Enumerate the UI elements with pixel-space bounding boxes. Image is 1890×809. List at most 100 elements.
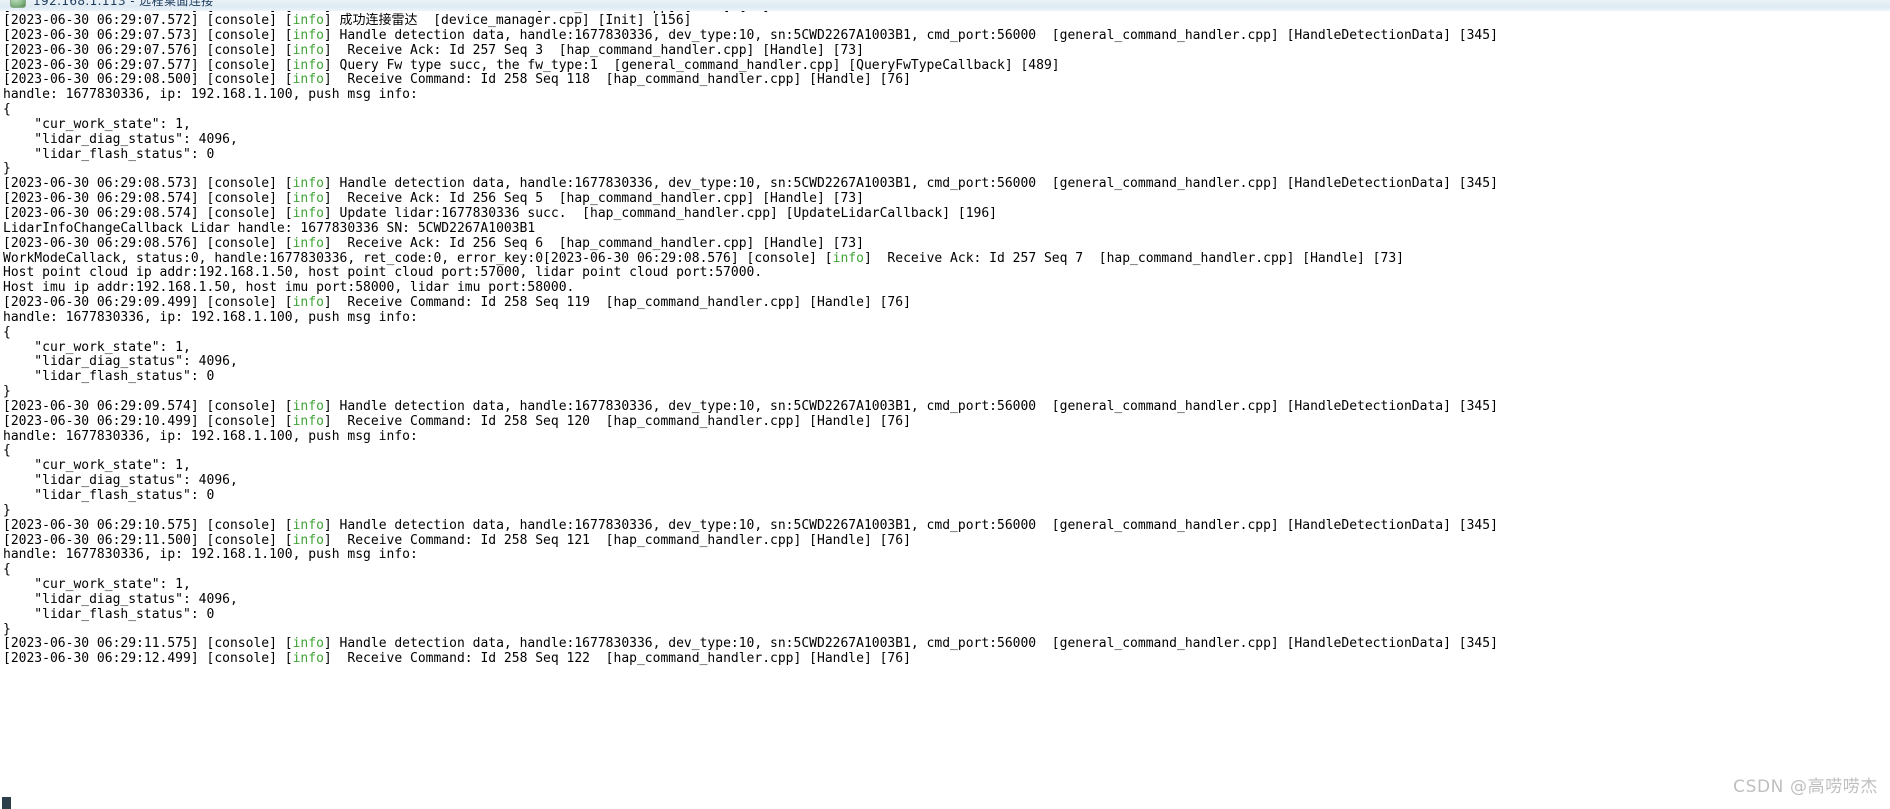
log-line-list: [2023-06-30 06:29:07.570] [console] [inf… [3, 11, 1887, 667]
log-line-message: ] Handle detection data, handle:16778303… [323, 398, 1498, 414]
log-line-message: LidarInfoChangeCallback Lidar handle: 16… [3, 220, 536, 236]
log-level-token: info [832, 250, 864, 266]
log-line: { [3, 324, 1887, 341]
log-line: "lidar_diag_status": 4096, [3, 131, 1887, 148]
log-line-prefix: WorkModeCallack, status:0, handle:167783… [3, 250, 833, 266]
log-line-message: "lidar_flash_status": 0 [3, 606, 215, 622]
log-line: Host point cloud ip addr:192.168.1.50, h… [3, 265, 1887, 281]
log-line: [2023-06-30 06:29:07.576] [console] [inf… [3, 42, 1887, 59]
log-line: } [3, 503, 1887, 519]
log-line-message: Host point cloud ip addr:192.168.1.50, h… [3, 265, 763, 281]
log-line: [2023-06-30 06:29:09.499] [console] [inf… [3, 295, 1887, 311]
log-line: } [3, 384, 1887, 400]
log-line: WorkModeCallack, status:0, handle:167783… [3, 250, 1887, 267]
screen-root: 192.168.1.113 - 远程桌面连接 [2023-06-30 06:29… [0, 0, 1890, 809]
terminal-cursor [2, 797, 11, 809]
log-line-message: "lidar_diag_status": 4096, [3, 354, 238, 370]
log-line-message: ] Receive Command: Id 258 Seq 120 [hap_c… [323, 413, 911, 429]
log-line-message: ] Query Fw type succ, the fw_type:1 [gen… [323, 57, 1060, 73]
log-line: [2023-06-30 06:29:07.570] [console] [inf… [3, 11, 1887, 14]
log-line-prefix: [2023-06-30 06:29:11.575] [console] [ [3, 636, 293, 652]
log-line-message: ] Data Handler Init Succ. [data_handler.… [324, 11, 770, 14]
log-line: } [3, 162, 1887, 177]
log-line-message: ] Receive Command: Id 258 Seq 119 [hap_c… [323, 295, 911, 311]
log-line-message: ] Receive Ack: Id 257 Seq 7 [hap_command… [863, 250, 1404, 266]
log-level-token: info [292, 517, 324, 533]
log-level-token: info [292, 532, 324, 548]
log-line-message: "cur_work_state": 1, [3, 116, 191, 132]
log-line: [2023-06-30 06:29:08.573] [console] [inf… [3, 176, 1887, 192]
log-line-message: ] 成功连接雷达 [device_manager.cpp] [Init] [15… [323, 13, 692, 28]
log-line-message: "lidar_diag_status": 4096, [3, 131, 238, 147]
log-line-message: ] Receive Ack: Id 257 Seq 3 [hap_command… [323, 42, 864, 58]
log-line: } [3, 621, 1887, 638]
log-line: [2023-06-30 06:29:07.572] [console] [inf… [3, 13, 1887, 29]
log-line-message: handle: 1677830336, ip: 192.168.1.100, p… [3, 87, 418, 103]
log-line: [2023-06-30 06:29:07.573] [console] [inf… [3, 27, 1887, 44]
window-title: 192.168.1.113 - 远程桌面连接 [33, 0, 214, 8]
log-line-prefix: [2023-06-30 06:29:07.570] [console] [ [3, 11, 293, 14]
log-line: handle: 1677830336, ip: 192.168.1.100, p… [3, 309, 1887, 326]
log-line: "cur_work_state": 1, [3, 340, 1887, 356]
log-level-token: info [292, 42, 324, 58]
log-line: "lidar_flash_status": 0 [3, 606, 1887, 623]
log-line-message: ] Handle detection data, handle:16778303… [323, 636, 1498, 652]
log-line-message: "lidar_diag_status": 4096, [3, 591, 238, 607]
log-line-message: ] Receive Command: Id 258 Seq 121 [hap_c… [323, 532, 911, 548]
log-level-token: info [292, 398, 324, 414]
log-line: [2023-06-30 06:29:12.499] [console] [inf… [3, 651, 1887, 667]
log-line-prefix: [2023-06-30 06:29:07.576] [console] [ [3, 42, 293, 58]
log-level-token: info [292, 13, 324, 28]
log-line-message: "lidar_flash_status": 0 [3, 488, 215, 503]
remote-desktop-icon [10, 0, 26, 8]
log-line-prefix: [2023-06-30 06:29:08.574] [console] [ [3, 191, 293, 207]
log-line: [2023-06-30 06:29:11.575] [console] [inf… [3, 637, 1887, 652]
log-line: [2023-06-30 06:29:08.574] [console] [inf… [3, 205, 1887, 222]
log-line: "cur_work_state": 1, [3, 116, 1887, 133]
log-line-message: "cur_work_state": 1, [3, 577, 191, 593]
log-line-prefix: [2023-06-30 06:29:09.499] [console] [ [3, 295, 293, 311]
log-line: "cur_work_state": 1, [3, 577, 1887, 593]
log-line: [2023-06-30 06:29:08.576] [console] [inf… [3, 235, 1887, 252]
log-level-token: info [292, 176, 324, 192]
log-line-message: handle: 1677830336, ip: 192.168.1.100, p… [3, 309, 418, 325]
log-line-message: ] Receive Command: Id 258 Seq 122 [hap_c… [323, 651, 911, 667]
log-line-prefix: [2023-06-30 06:29:11.500] [console] [ [3, 532, 293, 548]
log-line-message: { [3, 324, 11, 340]
log-line-message: ] Handle detection data, handle:16778303… [323, 27, 1498, 43]
log-line-message: handle: 1677830336, ip: 192.168.1.100, p… [3, 547, 418, 563]
log-line-message: "lidar_diag_status": 4096, [3, 473, 238, 489]
log-line: Host imu ip addr:192.168.1.50, host imu … [3, 280, 1887, 296]
log-line: "lidar_flash_status": 0 [3, 369, 1887, 385]
log-line: handle: 1677830336, ip: 192.168.1.100, p… [3, 547, 1887, 563]
log-line-prefix: [2023-06-30 06:29:07.573] [console] [ [3, 27, 293, 43]
log-line-message: ] Receive Ack: Id 256 Seq 6 [hap_command… [323, 235, 864, 251]
log-line-message: } [3, 384, 11, 400]
log-level-token: info [292, 651, 324, 667]
log-line: "lidar_flash_status": 0 [3, 488, 1887, 504]
log-line-prefix: [2023-06-30 06:29:12.499] [console] [ [3, 651, 293, 667]
log-line-prefix: [2023-06-30 06:29:08.576] [console] [ [3, 235, 293, 251]
log-line: handle: 1677830336, ip: 192.168.1.100, p… [3, 429, 1887, 445]
log-line: "lidar_diag_status": 4096, [3, 591, 1887, 608]
log-line: "lidar_diag_status": 4096, [3, 354, 1887, 370]
log-level-token: info [292, 205, 324, 221]
log-level-token: info [292, 636, 324, 652]
log-line: [2023-06-30 06:29:09.574] [console] [inf… [3, 398, 1887, 415]
log-level-token: info [292, 235, 324, 251]
log-level-token: info [292, 295, 324, 311]
log-line: { [3, 102, 1887, 118]
log-line-message: "cur_work_state": 1, [3, 458, 191, 474]
log-line: handle: 1677830336, ip: 192.168.1.100, p… [3, 87, 1887, 103]
log-level-token: info [292, 57, 324, 73]
log-line: "lidar_flash_status": 0 [3, 146, 1887, 163]
log-line-message: "lidar_flash_status": 0 [3, 146, 215, 162]
log-line-message: ] Handle detection data, handle:16778303… [323, 176, 1498, 192]
log-line-message: { [3, 102, 11, 118]
log-line-message: ] Update lidar:1677830336 succ. [hap_com… [323, 205, 997, 221]
log-line: [2023-06-30 06:29:08.500] [console] [inf… [3, 72, 1887, 88]
log-line-message: ] Receive Ack: Id 256 Seq 5 [hap_command… [323, 191, 864, 207]
log-line-message: } [3, 621, 11, 637]
log-line-prefix: [2023-06-30 06:29:10.499] [console] [ [3, 413, 293, 429]
console-output-pane[interactable]: [2023-06-30 06:29:07.570] [console] [inf… [0, 11, 1890, 809]
